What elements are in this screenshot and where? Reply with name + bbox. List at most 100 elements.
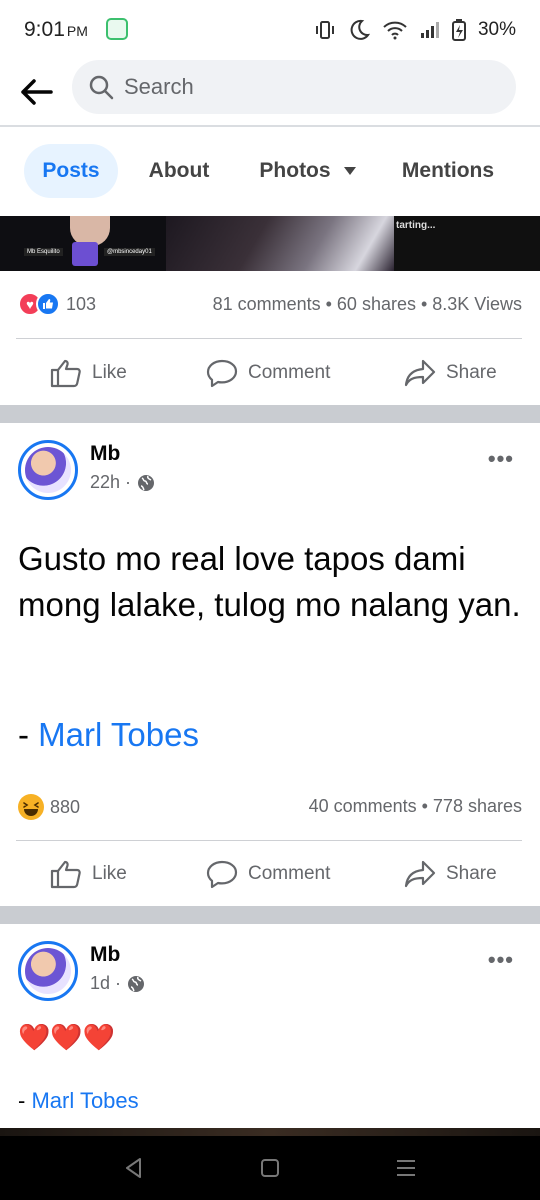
- post-3-time[interactable]: 1d ·: [90, 973, 121, 994]
- tab-mentions[interactable]: Mentions: [392, 144, 504, 198]
- nav-back-button[interactable]: [120, 1156, 148, 1180]
- post-2-stats[interactable]: 40 comments • 778 shares: [309, 796, 522, 817]
- tab-photos[interactable]: Photos: [250, 144, 366, 198]
- media-mid-panel: [166, 216, 394, 271]
- post-1-reactions-row: ♥ 103 81 comments • 60 shares • 8.3K Vie…: [0, 284, 540, 324]
- caret-down-icon: [343, 167, 356, 175]
- share-icon: [404, 359, 436, 387]
- top-bar: [0, 60, 540, 126]
- post-2-credit-link[interactable]: Marl Tobes: [38, 716, 199, 753]
- post-2-like-button[interactable]: Like: [50, 842, 127, 906]
- post-2-reactions[interactable]: 880: [18, 794, 80, 820]
- post-2-author[interactable]: Mb: [90, 442, 120, 466]
- wifi-icon: [383, 21, 407, 40]
- battery-percent: 30%: [477, 19, 516, 40]
- post-1-comment-label: Comment: [248, 362, 331, 383]
- post-1-stats[interactable]: 81 comments • 60 shares • 8.3K Views: [213, 294, 522, 315]
- post-3-credit-link[interactable]: Marl Tobes: [31, 1088, 138, 1113]
- post-2-more-button[interactable]: •••: [488, 446, 514, 472]
- overlay-tag-handle: @mbsinceday01: [104, 248, 155, 256]
- globe-icon: [128, 975, 145, 992]
- overlay-tag-name: Mb Esquilito: [24, 248, 63, 256]
- post-3-author[interactable]: Mb: [90, 943, 120, 967]
- post-3-credit: - Marl Tobes: [18, 1088, 139, 1114]
- like-icon: [50, 359, 81, 388]
- post-3-more-button[interactable]: •••: [488, 947, 514, 973]
- post-2-comment-label: Comment: [248, 863, 331, 884]
- post-3-text: ❤️❤️❤️: [18, 1022, 116, 1052]
- system-nav-bar: [0, 1136, 540, 1200]
- post-2-share-button[interactable]: Share: [404, 842, 497, 906]
- status-ampm: PM: [66, 23, 88, 39]
- status-time: 9:01 PM: [24, 18, 88, 42]
- header-divider: [0, 125, 540, 127]
- post-media-thumbnail[interactable]: Mb Esquilito @mbsinceday01 tarting...: [0, 216, 540, 271]
- nav-recents-button[interactable]: [392, 1156, 420, 1180]
- vibrate-icon: [315, 21, 334, 39]
- post-2-like-label: Like: [92, 863, 127, 884]
- feed-separator: [0, 906, 540, 924]
- post-2-comment-button[interactable]: Comment: [206, 842, 330, 906]
- signal-icon: [420, 22, 439, 38]
- post-3-meta: 1d ·: [90, 973, 145, 994]
- like-icon: [50, 860, 81, 889]
- status-icons: 30%: [314, 16, 516, 44]
- post-2-avatar[interactable]: [18, 440, 78, 500]
- battery-icon: [451, 19, 466, 41]
- notification-app-icon: [106, 18, 128, 40]
- post-1-comment-button[interactable]: Comment: [206, 341, 330, 405]
- back-button[interactable]: [16, 72, 56, 112]
- post-2-credit: - Marl Tobes: [18, 716, 199, 754]
- post-2-credit-prefix: -: [18, 716, 39, 753]
- post-1-like-label: Like: [92, 362, 127, 383]
- tab-posts[interactable]: Posts: [24, 144, 118, 198]
- search-icon: [89, 75, 114, 100]
- share-icon: [404, 860, 436, 888]
- tab-mentions-label: Mentions: [401, 159, 495, 182]
- search-bar[interactable]: [72, 60, 516, 114]
- like-reaction-icon: [36, 292, 60, 316]
- post-2-reaction-count: 880: [50, 796, 81, 817]
- tab-about-label: About: [148, 159, 210, 182]
- post-1-reaction-count: 103: [66, 293, 97, 314]
- nav-home-icon: [261, 1159, 279, 1177]
- back-arrow-icon: [21, 79, 53, 105]
- tab-photos-label: Photos: [259, 159, 331, 182]
- search-input[interactable]: [124, 74, 484, 100]
- post-1-divider: [16, 338, 522, 339]
- media-right-panel: tarting...: [394, 216, 540, 271]
- avatar-image: [25, 948, 71, 994]
- post-2-header: Mb 22h · •••: [0, 440, 540, 510]
- overlay-starting-text: tarting...: [396, 220, 436, 231]
- tab-about[interactable]: About: [136, 144, 222, 198]
- status-clock: 9:01: [24, 18, 65, 41]
- post-1-share-button[interactable]: Share: [404, 341, 497, 405]
- post-2-share-label: Share: [446, 863, 497, 884]
- post-1-actions: Like Comment Share: [0, 341, 540, 405]
- post-2-divider: [16, 840, 522, 841]
- tab-posts-label: Posts: [42, 159, 100, 182]
- globe-icon: [138, 474, 155, 491]
- profile-tabs: Posts About Photos Mentions: [0, 142, 540, 200]
- status-bar: 9:01 PM 30%: [0, 0, 540, 60]
- feed-separator: [0, 405, 540, 423]
- post-1-like-button[interactable]: Like: [50, 341, 127, 405]
- post-3-header: Mb 1d · •••: [0, 941, 540, 1011]
- moon-icon: [350, 19, 370, 40]
- post-1-share-label: Share: [446, 362, 497, 383]
- post-2-time[interactable]: 22h ·: [90, 472, 131, 493]
- media-left-panel: Mb Esquilito @mbsinceday01: [0, 216, 166, 271]
- haha-reaction-icon: [18, 794, 44, 820]
- post-3-credit-prefix: -: [18, 1088, 32, 1113]
- post-2-reactions-row: 880 40 comments • 778 shares: [0, 786, 540, 826]
- comment-icon: [206, 359, 238, 388]
- nav-home-button[interactable]: [256, 1156, 284, 1180]
- overlay-avatar: [72, 242, 98, 266]
- nav-back-icon: [126, 1158, 141, 1178]
- post-3-image-edge[interactable]: [0, 1128, 540, 1136]
- post-1-reactions[interactable]: ♥ 103: [18, 292, 96, 316]
- post-2-text: Gusto mo real love tapos dami mong lalak…: [18, 540, 521, 623]
- post-3-avatar[interactable]: [18, 941, 78, 1001]
- post-2-actions: Like Comment Share: [0, 842, 540, 906]
- comment-icon: [206, 860, 238, 889]
